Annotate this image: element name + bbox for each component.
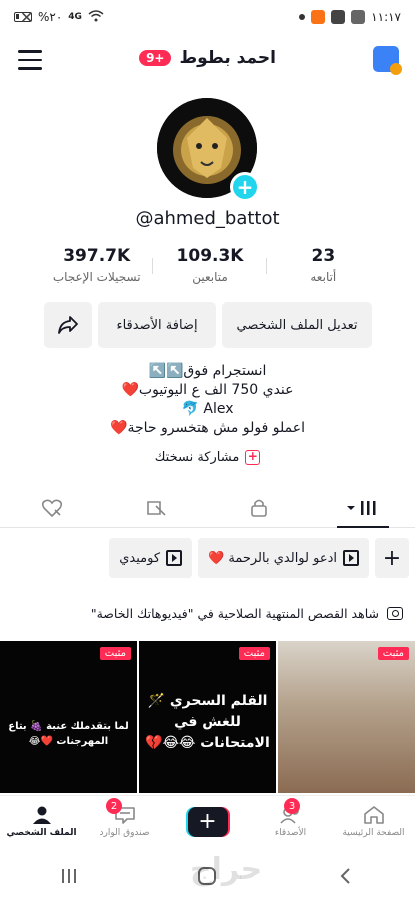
nav-label: صندوق الوارد bbox=[99, 828, 150, 838]
pinned-badge: مثبت bbox=[238, 647, 270, 660]
nav-friends[interactable]: 3 الأصدقاء bbox=[249, 796, 332, 847]
status-bar: %٢٠ 4G ١١:١٧ bbox=[0, 0, 415, 34]
profile-actions: تعديل الملف الشخصي إضافة الأصدقاء bbox=[44, 302, 372, 348]
add-friends-button[interactable]: إضافة الأصدقاء bbox=[98, 302, 216, 348]
video-caption: القلم السحري 🪄 للغش في الامتحانات 😂😂💔 bbox=[145, 693, 270, 751]
banner-text: شاهد القصص المنتهية الصلاحية في "فيديوها… bbox=[90, 605, 379, 621]
gallery-icon bbox=[351, 10, 366, 24]
nav-profile[interactable]: الملف الشخصي bbox=[0, 796, 83, 847]
playlist-label: كوميدي bbox=[119, 550, 161, 566]
watermark: حراج bbox=[190, 852, 263, 887]
stat-label: أتابعه bbox=[310, 270, 337, 284]
pinned-badge: مثبت bbox=[99, 647, 131, 660]
tab-private[interactable] bbox=[208, 488, 312, 527]
nav-inbox[interactable]: 2 صندوق الوارد bbox=[83, 796, 166, 847]
stat-value: 23 bbox=[311, 246, 336, 266]
playlist-item[interactable]: كوميدي bbox=[109, 538, 193, 578]
creator-tools-icon[interactable] bbox=[373, 46, 402, 75]
add-playlist-button[interactable]: + bbox=[375, 538, 409, 578]
tab-liked[interactable] bbox=[104, 488, 208, 527]
playlist-icon bbox=[343, 550, 359, 566]
profile-stats: 23 أتابعه 109.3K متابعين 397.7K تسجيلات … bbox=[40, 246, 380, 290]
nav-label: الملف الشخصي bbox=[6, 828, 77, 838]
recents-icon[interactable] bbox=[49, 864, 89, 888]
back-icon[interactable] bbox=[326, 864, 366, 888]
notification-badge: 9+ bbox=[139, 50, 172, 66]
bio-line: Alex 🐬 bbox=[181, 401, 234, 417]
add-story-button[interactable]: + bbox=[230, 172, 260, 202]
wifi-icon bbox=[88, 9, 104, 25]
tab-videos[interactable] bbox=[311, 488, 415, 528]
stat-following[interactable]: 23 أتابعه bbox=[267, 246, 380, 290]
lock-icon bbox=[251, 499, 268, 517]
video-thumbnail[interactable]: مثبت القلم السحري 🪄 للغش في الامتحانات 😂… bbox=[139, 641, 276, 793]
video-thumbnail[interactable]: مثبت لما بتقدملك عنبة 🍇 بتاع المهرجنات ❤… bbox=[0, 641, 137, 793]
stat-value: 109.3K bbox=[176, 246, 244, 266]
app-notification-icon bbox=[311, 10, 326, 24]
nav-label: الصفحة الرئيسية bbox=[342, 828, 405, 838]
share-collection-link[interactable]: + مشاركة نسختك bbox=[0, 450, 415, 465]
video-thumbnail[interactable]: مثبت bbox=[278, 641, 415, 793]
edit-profile-button[interactable]: تعديل الملف الشخصي bbox=[222, 302, 372, 348]
stat-label: متابعين bbox=[192, 270, 228, 284]
home-icon bbox=[363, 806, 384, 824]
notification-dot-icon bbox=[299, 14, 306, 20]
battery-level: %٢٠ bbox=[38, 10, 63, 24]
tab-favorites[interactable] bbox=[0, 488, 104, 527]
status-right: ١١:١٧ bbox=[299, 10, 401, 24]
create-plus-icon: + bbox=[185, 806, 230, 837]
content-tabs bbox=[0, 488, 415, 528]
expired-stories-banner[interactable]: شاهد القصص المنتهية الصلاحية في "فيديوها… bbox=[0, 596, 415, 630]
video-grid: مثبت لما بتقدملك عنبة 🍇 بتاع المهرجنات ❤… bbox=[0, 641, 415, 793]
stat-followers[interactable]: 109.3K متابعين bbox=[153, 246, 268, 290]
video-caption: لما بتقدملك عنبة 🍇 بتاع المهرجنات ❤️😂 bbox=[8, 721, 129, 747]
clock: ١١:١٧ bbox=[371, 10, 401, 24]
share-arrow-icon bbox=[58, 316, 78, 334]
liked-hidden-icon bbox=[146, 500, 166, 516]
videos-grid-icon bbox=[347, 500, 376, 515]
message-icon bbox=[331, 10, 346, 24]
nav-label: الأصدقاء bbox=[274, 828, 307, 838]
profile-name[interactable]: احمد بطوط bbox=[179, 48, 275, 68]
plus-box-icon: + bbox=[245, 450, 261, 465]
stat-value: 397.7K bbox=[63, 246, 131, 266]
nav-create[interactable]: + bbox=[166, 796, 249, 847]
close-icon[interactable]: ✕ bbox=[20, 8, 33, 27]
bio-line: اعملو فولو مش هتخسرو حاجة❤️ bbox=[110, 420, 305, 436]
network-indicator: 4G bbox=[68, 12, 82, 22]
top-nav: احمد بطوط 9+ bbox=[0, 40, 415, 80]
stat-likes[interactable]: 397.7K تسجيلات الإعجاب bbox=[40, 246, 154, 290]
nav-home[interactable]: الصفحة الرئيسية bbox=[332, 796, 415, 847]
profile-title: احمد بطوط 9+ bbox=[0, 48, 415, 68]
bottom-nav: الصفحة الرئيسية 3 الأصدقاء + 2 صندوق الو… bbox=[0, 795, 415, 847]
friends-badge: 3 bbox=[284, 798, 300, 814]
profile-handle: @ahmed_battot bbox=[135, 208, 280, 229]
inbox-badge: 2 bbox=[106, 798, 122, 814]
playlists-row: + ادعو لوالدي بالرحمة ❤️ كوميدي bbox=[0, 538, 415, 578]
share-profile-button[interactable] bbox=[44, 302, 92, 348]
bio-line: عندي 750 الف ع اليوتيوب❤️ bbox=[121, 382, 294, 398]
playlist-label: ادعو لوالدي بالرحمة ❤️ bbox=[208, 550, 337, 566]
profile-icon bbox=[32, 806, 51, 824]
heart-slash-icon bbox=[41, 499, 62, 517]
playlist-item[interactable]: ادعو لوالدي بالرحمة ❤️ bbox=[198, 538, 369, 578]
pinned-badge: مثبت bbox=[377, 647, 409, 660]
profile-bio: انستجرام فوق↖️↖️ عندي 750 الف ع اليوتيوب… bbox=[0, 362, 415, 438]
bio-line: انستجرام فوق↖️↖️ bbox=[148, 363, 267, 379]
playlist-icon bbox=[166, 550, 183, 566]
gym-photo bbox=[278, 641, 415, 793]
share-collection-label: مشاركة نسختك bbox=[154, 450, 240, 465]
camera-icon bbox=[387, 606, 403, 620]
stat-label: تسجيلات الإعجاب bbox=[52, 270, 141, 284]
